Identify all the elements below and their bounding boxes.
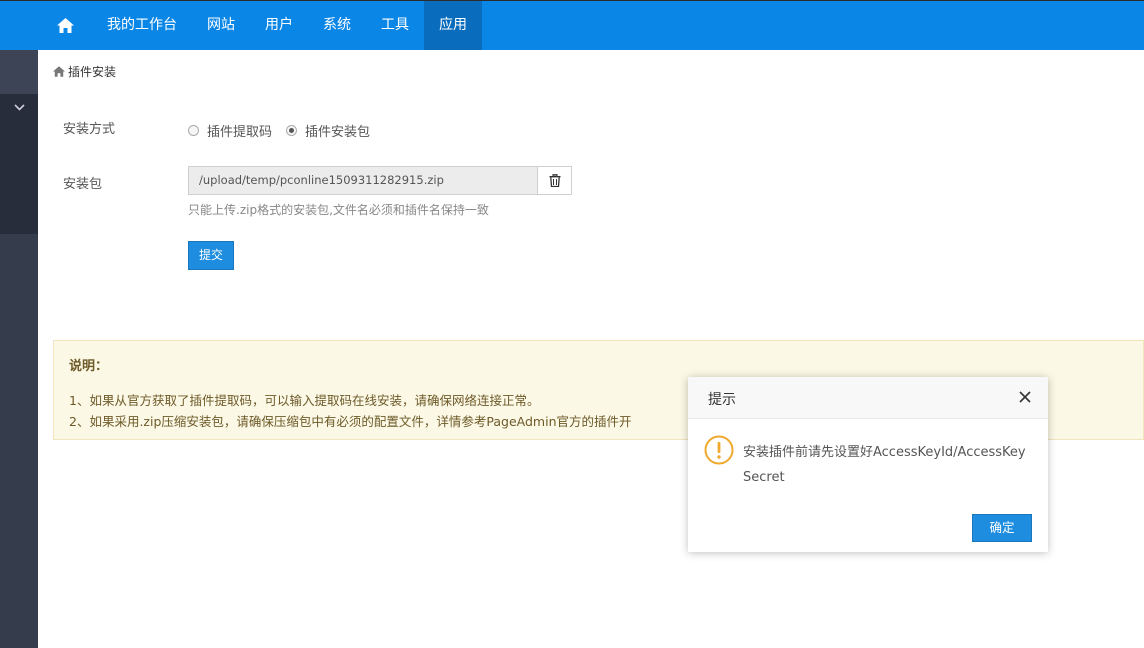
warning-icon — [704, 435, 734, 465]
dialog-title: 提示 — [708, 392, 736, 408]
trash-icon — [549, 174, 560, 187]
main-nav: 我的工作台 网站 用户 系统 工具 应用 — [38, 1, 1144, 50]
home-icon — [53, 66, 65, 77]
package-path-field[interactable]: /upload/temp/pconline1509311282915.zip — [188, 166, 537, 195]
alert-dialog: 提示 安装插件前请先设置好AccessKeyId/AccessKeySecret… — [688, 377, 1048, 552]
sidebar-menu-toggle[interactable] — [0, 94, 38, 234]
submit-button[interactable]: 提交 — [188, 241, 234, 270]
package-help-text: 只能上传.zip格式的安装包,文件名必须和插件名保持一致 — [188, 203, 489, 217]
install-method-label: 安装方式 — [63, 122, 116, 137]
package-label: 安装包 — [63, 177, 103, 192]
main-content: 插件安装 安装方式 插件提取码 插件安装包 安装包 /upload/temp/p… — [38, 50, 1144, 648]
nav-item-tools[interactable]: 工具 — [366, 1, 424, 50]
dialog-header: 提示 — [688, 377, 1048, 419]
nav-home[interactable] — [38, 1, 92, 50]
instructions-title: 说明： — [69, 359, 109, 374]
nav-item-workbench[interactable]: 我的工作台 — [92, 1, 192, 50]
nav-item-website[interactable]: 网站 — [192, 1, 250, 50]
top-navbar: 我的工作台 网站 用户 系统 工具 应用 — [0, 0, 1144, 50]
install-method-radio-group: 插件提取码 插件安装包 — [188, 121, 384, 140]
sidebar-header — [0, 50, 38, 94]
sidebar — [0, 50, 38, 648]
radio-extract-code[interactable] — [188, 125, 199, 136]
package-input-group: /upload/temp/pconline1509311282915.zip — [188, 166, 572, 195]
confirm-button[interactable]: 确定 — [972, 514, 1032, 542]
home-icon — [56, 18, 74, 33]
nav-item-users[interactable]: 用户 — [250, 1, 308, 50]
delete-package-button[interactable] — [537, 166, 572, 195]
dialog-message: 安装插件前请先设置好AccessKeyId/AccessKeySecret — [743, 445, 1026, 485]
radio-install-package[interactable] — [286, 125, 298, 136]
radio-install-package-label[interactable]: 插件安装包 — [305, 121, 370, 140]
close-icon[interactable] — [1018, 390, 1032, 404]
radio-checked-dot — [289, 128, 295, 133]
nav-item-apps[interactable]: 应用 — [424, 1, 482, 50]
chevron-down-icon — [13, 104, 25, 111]
breadcrumb: 插件安装 — [53, 63, 116, 80]
radio-extract-code-label[interactable]: 插件提取码 — [207, 121, 272, 140]
nav-item-system[interactable]: 系统 — [308, 1, 366, 50]
breadcrumb-current: 插件安装 — [68, 65, 117, 79]
